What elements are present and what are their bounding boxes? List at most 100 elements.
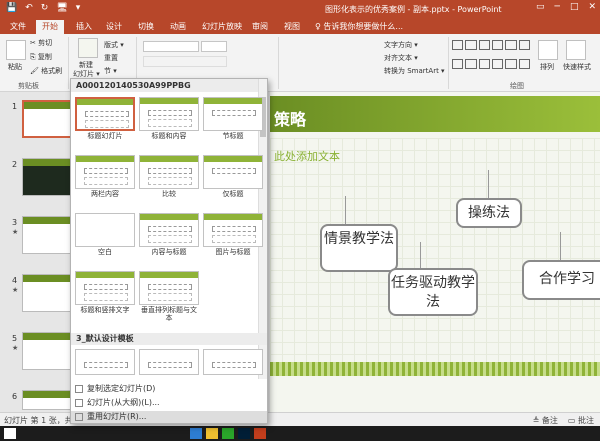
layout-option[interactable] xyxy=(139,349,199,375)
shapes-gallery[interactable] xyxy=(452,40,530,76)
layout-placeholder xyxy=(84,284,128,290)
tab-design[interactable]: 设计 xyxy=(100,20,128,34)
maximize-icon[interactable]: □ xyxy=(570,2,579,12)
sign-task-driven[interactable]: 任务驱动教学法 xyxy=(388,268,478,316)
slide-thumbnail-2[interactable] xyxy=(22,158,72,196)
layout-option[interactable] xyxy=(75,349,135,375)
shape-oval-icon[interactable] xyxy=(491,40,504,50)
save-icon[interactable]: 💾 xyxy=(6,3,17,13)
shape-triangle-icon[interactable] xyxy=(505,40,517,50)
redo-icon[interactable]: ↻ xyxy=(41,3,49,13)
quick-styles-button[interactable]: 快速样式 xyxy=(563,62,591,72)
slide-subtitle[interactable]: 此处添加文本 xyxy=(274,148,340,164)
font-name-input[interactable] xyxy=(143,41,199,52)
layout-option[interactable]: 内容与标题 xyxy=(139,213,199,256)
format-painter-button[interactable]: 🖌 格式刷 xyxy=(30,66,62,76)
quick-styles-icon[interactable] xyxy=(566,40,586,60)
tab-home[interactable]: 开始 xyxy=(36,20,64,34)
copy-button[interactable]: ⎘ 复制 xyxy=(30,52,52,62)
arrange-button[interactable]: 排列 xyxy=(540,62,554,72)
layout-option[interactable]: 标题和竖排文字 xyxy=(75,271,135,314)
font-size-input[interactable] xyxy=(201,41,227,52)
minimize-icon[interactable]: ─ xyxy=(555,2,560,12)
taskbar-chat-icon[interactable] xyxy=(222,428,234,439)
taskbar-photoshop-icon[interactable] xyxy=(238,428,250,439)
tab-transitions[interactable]: 切换 xyxy=(132,20,160,34)
layout-preview-bar xyxy=(140,214,198,220)
slides-from-outline-item[interactable]: 幻灯片(从大纲)(L)... xyxy=(71,397,267,409)
shape-rect-icon[interactable] xyxy=(452,59,464,69)
tab-insert[interactable]: 插入 xyxy=(70,20,98,34)
ribbon-display-icon[interactable]: ▭ xyxy=(536,2,545,12)
text-direction-button[interactable]: 文字方向 ▾ xyxy=(384,40,418,50)
layout-option[interactable]: 标题幻灯片 xyxy=(75,97,135,140)
convert-smartart-button[interactable]: 转换为 SmartArt ▾ xyxy=(384,66,445,76)
layout-option[interactable]: 两栏内容 xyxy=(75,155,135,198)
shape-arrow-icon[interactable] xyxy=(478,59,490,69)
slide-thumbnail-3[interactable] xyxy=(22,216,72,254)
slide-thumbnail-5[interactable] xyxy=(22,332,72,370)
shape-line-icon[interactable] xyxy=(465,40,477,50)
shape-arrow-icon[interactable] xyxy=(478,40,490,50)
slide-thumbnail-4[interactable] xyxy=(22,274,72,312)
notes-button[interactable]: ≜ 备注 xyxy=(533,415,558,426)
tab-file[interactable]: 文件 xyxy=(4,20,32,34)
thumbnail-header xyxy=(23,391,71,398)
tab-review[interactable]: 审阅 xyxy=(246,20,274,34)
shape-star-icon[interactable] xyxy=(518,40,530,50)
comments-button[interactable]: ▭ 批注 xyxy=(568,415,594,426)
present-icon[interactable]: 🖥 xyxy=(56,3,67,13)
align-text-button[interactable]: 对齐文本 ▾ xyxy=(384,53,418,63)
layout-option[interactable]: 比较 xyxy=(139,155,199,198)
shape-line-icon[interactable] xyxy=(465,59,477,69)
shape-triangle-icon[interactable] xyxy=(505,59,517,69)
layout-master-header: A000120140530A99PPBG xyxy=(71,79,267,92)
layout-option[interactable]: 标题和内容 xyxy=(139,97,199,140)
slide-thumbnail-6[interactable] xyxy=(22,390,72,410)
shape-star-icon[interactable] xyxy=(518,59,530,69)
start-icon[interactable] xyxy=(4,428,16,439)
font-format-row[interactable] xyxy=(143,56,227,67)
layout-label: 标题幻灯片 xyxy=(87,132,123,140)
layout-option[interactable]: 图片与标题 xyxy=(203,213,263,256)
taskbar-app-icon[interactable] xyxy=(190,428,202,439)
menu-item-label: 幻灯片(从大纲)(L)... xyxy=(87,398,160,407)
slide-thumbnail-1[interactable] xyxy=(22,100,72,138)
reset-button[interactable]: 重置 xyxy=(104,53,118,63)
undo-icon[interactable]: ↶ xyxy=(25,3,33,13)
customize-qat-icon[interactable]: ▾ xyxy=(76,3,81,13)
layout-option[interactable] xyxy=(203,349,263,375)
taskbar-folder-icon[interactable] xyxy=(206,428,218,439)
layout-preview xyxy=(139,155,199,189)
layout-option[interactable]: 空白 xyxy=(75,213,135,256)
drawing-group-label: 绘图 xyxy=(510,82,524,90)
sign-situational-teaching[interactable]: 情景教学法 xyxy=(320,224,398,272)
paste-button[interactable]: 粘贴 xyxy=(8,62,22,72)
reuse-slides-item[interactable]: 重用幻灯片(R)... xyxy=(71,411,267,423)
paste-icon[interactable] xyxy=(6,40,26,60)
layout-button[interactable]: 版式 ▾ xyxy=(104,40,124,50)
sign-cooperative-learning[interactable]: 合作学习 xyxy=(522,260,600,300)
arrange-icon[interactable] xyxy=(538,40,558,60)
layout-option[interactable]: 节标题 xyxy=(203,97,263,140)
sign-drill-method[interactable]: 操练法 xyxy=(456,198,522,228)
tab-view[interactable]: 视图 xyxy=(278,20,306,34)
section-button[interactable]: 节 ▾ xyxy=(104,66,117,76)
layout-placeholder xyxy=(85,111,129,117)
tell-me-search[interactable]: ♀ 告诉我你想要做什么... xyxy=(315,21,403,32)
taskbar-powerpoint-icon[interactable] xyxy=(254,428,266,439)
shape-oval-icon[interactable] xyxy=(491,59,504,69)
cut-button[interactable]: ✂ 剪切 xyxy=(30,38,52,48)
layout-option[interactable]: 垂直排列标题与文本 xyxy=(139,271,199,322)
slide-title[interactable]: 策略 xyxy=(274,106,306,130)
tab-slideshow[interactable]: 幻灯片放映 xyxy=(196,20,248,34)
layout-option[interactable]: 仅标题 xyxy=(203,155,263,198)
tab-animations[interactable]: 动画 xyxy=(164,20,192,34)
new-slide-icon[interactable] xyxy=(78,38,98,58)
duplicate-slides-item[interactable]: 复制选定幻灯片(D) xyxy=(71,383,267,395)
shape-rect-icon[interactable] xyxy=(452,40,464,50)
layout-label: 标题和内容 xyxy=(151,132,187,140)
slide-number: 5 xyxy=(12,334,18,343)
close-icon[interactable]: ✕ xyxy=(588,2,596,12)
slide-canvas[interactable]: 策略 此处添加文本 情景教学法 操练法 任务驱动教学法 合作学习 xyxy=(270,92,600,412)
